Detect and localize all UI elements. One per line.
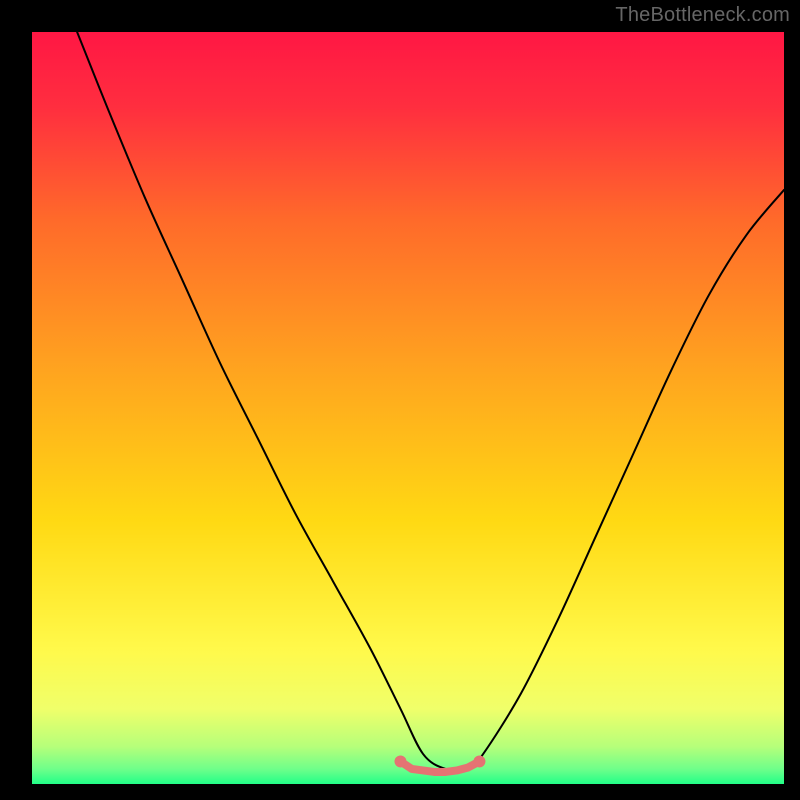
- optimal-marker-dot: [394, 755, 406, 767]
- chart-container: TheBottleneck.com: [0, 0, 800, 800]
- plot-area: [32, 32, 784, 784]
- optimal-marker-dot: [473, 755, 485, 767]
- chart-svg: [32, 32, 784, 784]
- gradient-background: [32, 32, 784, 784]
- watermark-text: TheBottleneck.com: [615, 4, 790, 27]
